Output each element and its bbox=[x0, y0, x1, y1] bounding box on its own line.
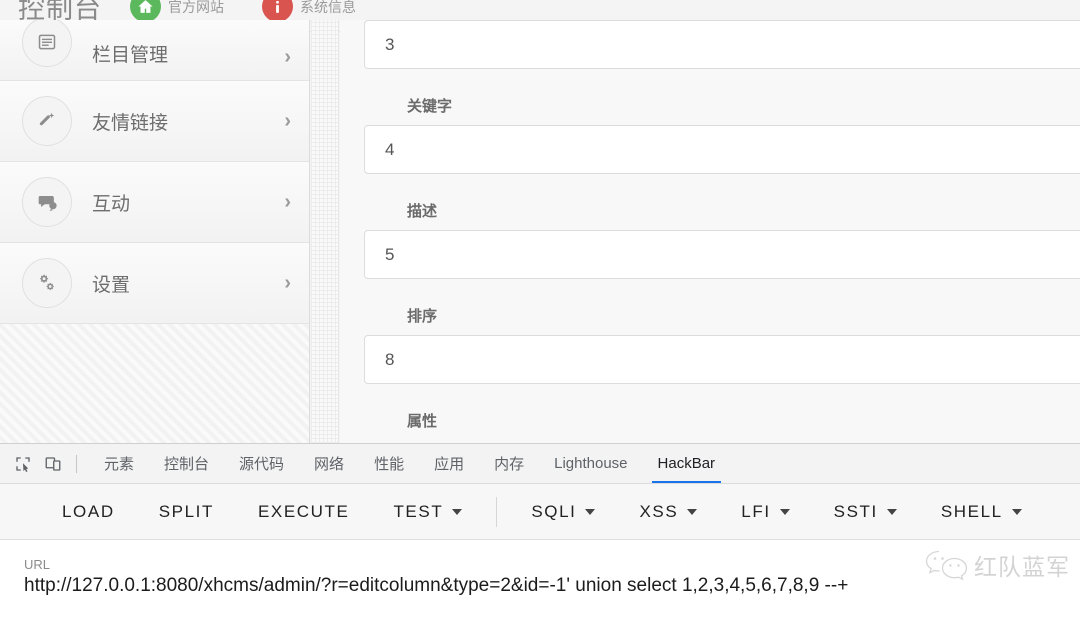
hackbar-button-label: SQLI bbox=[531, 501, 577, 521]
device-toolbar-icon[interactable] bbox=[38, 450, 68, 478]
chevron-right-icon: › bbox=[284, 110, 291, 132]
form-field-sort: 排序 8 bbox=[352, 305, 1080, 384]
header-action-system-info[interactable]: 系统信息 bbox=[262, 0, 356, 22]
form-label-keywords: 关键字 bbox=[407, 98, 453, 115]
tab-console[interactable]: 控制台 bbox=[149, 444, 224, 483]
form-input-0[interactable]: 3 bbox=[364, 20, 1080, 69]
devtools-panel: 元素 控制台 源代码 网络 性能 应用 内存 Lighthouse HackBa… bbox=[0, 443, 1080, 623]
browser-viewport: 控制台 官方网站 系统信息 栏目管理 › 友情链接 › 互动 › 设置 › 3 … bbox=[0, 0, 1080, 443]
form-input-keywords[interactable]: 4 bbox=[364, 125, 1080, 174]
hackbar-button-label: XSS bbox=[639, 501, 679, 521]
form-input-description[interactable]: 5 bbox=[364, 230, 1080, 279]
chevron-down-icon bbox=[687, 508, 698, 515]
wand-icon bbox=[22, 96, 72, 146]
sidebar-item-interaction[interactable]: 互动 › bbox=[0, 162, 309, 243]
list-icon bbox=[22, 20, 72, 67]
hackbar-split-button[interactable]: SPLIT bbox=[137, 502, 236, 522]
tab-elements[interactable]: 元素 bbox=[89, 444, 149, 483]
hackbar-button-label: LFI bbox=[741, 501, 771, 521]
tab-performance[interactable]: 性能 bbox=[359, 444, 419, 483]
form-field-keywords: 关键字 4 bbox=[352, 95, 1080, 174]
toolbar-divider bbox=[76, 454, 77, 473]
header-actions: 官方网站 系统信息 bbox=[130, 0, 356, 22]
hackbar-toolbar: LOAD SPLIT EXECUTE TEST SQLI XSS LFI SST… bbox=[0, 484, 1080, 540]
form-field-attribute: 属性 bbox=[352, 410, 1080, 431]
tab-network[interactable]: 网络 bbox=[299, 444, 359, 483]
hackbar-url-input[interactable]: http://127.0.0.1:8080/xhcms/admin/?r=edi… bbox=[24, 575, 1080, 597]
hackbar-button-label: TEST bbox=[393, 501, 444, 521]
hackbar-sqli-menu[interactable]: SQLI bbox=[509, 502, 617, 522]
sidebar-item-label: 互动 bbox=[92, 193, 131, 215]
hackbar-load-button[interactable]: LOAD bbox=[40, 502, 137, 522]
hackbar-lfi-menu[interactable]: LFI bbox=[719, 502, 811, 522]
sidebar: 栏目管理 › 友情链接 › 互动 › 设置 › bbox=[0, 20, 310, 443]
tab-lighthouse[interactable]: Lighthouse bbox=[539, 444, 642, 483]
edit-column-form: 3 关键字 4 描述 5 排序 8 属性 bbox=[340, 20, 1080, 443]
devtools-tabbar: 元素 控制台 源代码 网络 性能 应用 内存 Lighthouse HackBa… bbox=[0, 444, 1080, 484]
sidebar-item-label: 设置 bbox=[92, 274, 131, 296]
sidebar-item-settings[interactable]: 设置 › bbox=[0, 243, 309, 324]
hackbar-execute-button[interactable]: EXECUTE bbox=[236, 502, 372, 522]
screenshot-root: 控制台 官方网站 系统信息 栏目管理 › 友情链接 › 互动 › 设置 › 3 … bbox=[0, 0, 1080, 623]
inspect-element-icon[interactable] bbox=[8, 450, 38, 478]
header-action-label: 官方网站 bbox=[168, 0, 224, 15]
hackbar-test-menu[interactable]: TEST bbox=[371, 502, 484, 522]
chevron-down-icon bbox=[585, 508, 596, 515]
form-label-description: 描述 bbox=[407, 203, 438, 220]
tab-hackbar[interactable]: HackBar bbox=[643, 444, 731, 483]
chevron-down-icon bbox=[452, 508, 463, 515]
form-field-0: 3 bbox=[352, 20, 1080, 69]
hackbar-url-label: URL bbox=[24, 557, 51, 572]
hackbar-ssti-menu[interactable]: SSTI bbox=[812, 502, 919, 522]
hackbar-button-label: SHELL bbox=[940, 501, 1003, 521]
panel-gutter bbox=[311, 20, 339, 443]
chevron-down-icon bbox=[779, 508, 790, 515]
chevron-right-icon: › bbox=[284, 46, 291, 68]
sidebar-empty-panel bbox=[0, 324, 309, 443]
hackbar-toolbar-divider bbox=[496, 496, 498, 527]
form-field-description: 描述 5 bbox=[352, 200, 1080, 279]
hackbar-button-label: SPLIT bbox=[158, 501, 214, 521]
chevron-right-icon: › bbox=[284, 191, 291, 213]
tab-memory[interactable]: 内存 bbox=[479, 444, 539, 483]
sidebar-item-friendly-links[interactable]: 友情链接 › bbox=[0, 81, 309, 162]
sidebar-item-label: 友情链接 bbox=[92, 112, 169, 134]
hackbar-button-label: LOAD bbox=[62, 501, 115, 521]
info-circle-icon bbox=[262, 0, 293, 22]
form-input-sort[interactable]: 8 bbox=[364, 335, 1080, 384]
chevron-right-icon: › bbox=[284, 272, 291, 294]
header-action-label: 系统信息 bbox=[300, 0, 356, 15]
header-action-official-site[interactable]: 官方网站 bbox=[130, 0, 224, 22]
hackbar-shell-menu[interactable]: SHELL bbox=[919, 502, 1044, 522]
chevron-down-icon bbox=[886, 508, 897, 515]
hackbar-xss-menu[interactable]: XSS bbox=[617, 502, 719, 522]
gears-icon bbox=[22, 258, 72, 308]
sidebar-item-label: 栏目管理 bbox=[92, 45, 169, 66]
hackbar-button-label: EXECUTE bbox=[257, 501, 350, 521]
form-label-attribute: 属性 bbox=[407, 413, 438, 430]
chevron-down-icon bbox=[1011, 508, 1022, 515]
hackbar-button-label: SSTI bbox=[833, 501, 878, 521]
home-circle-icon bbox=[130, 0, 161, 22]
tab-sources[interactable]: 源代码 bbox=[224, 444, 299, 483]
form-label-sort: 排序 bbox=[407, 308, 438, 325]
hackbar-url-section: URL http://127.0.0.1:8080/xhcms/admin/?r… bbox=[0, 540, 1080, 597]
comment-icon bbox=[22, 177, 72, 227]
tab-application[interactable]: 应用 bbox=[419, 444, 479, 483]
sidebar-item-column-management[interactable]: 栏目管理 › bbox=[0, 20, 309, 81]
